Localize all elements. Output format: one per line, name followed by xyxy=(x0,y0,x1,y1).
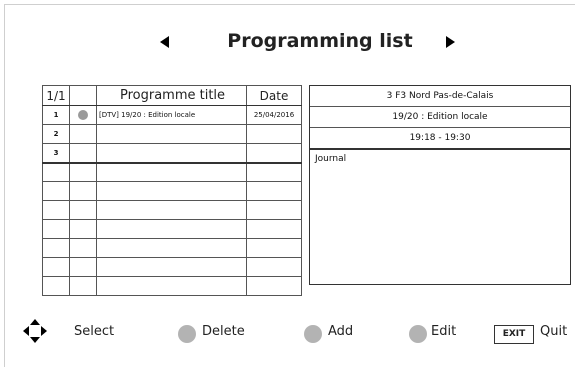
table-row[interactable] xyxy=(42,162,302,182)
row-programme-title xyxy=(96,181,247,201)
icon-column-header xyxy=(69,85,97,106)
row-date xyxy=(246,181,302,201)
header: Programming list xyxy=(0,30,585,60)
row-date xyxy=(246,162,302,182)
detail-time: 19:18 - 19:30 xyxy=(310,128,570,150)
table-row[interactable] xyxy=(42,257,302,277)
next-page-arrow-icon[interactable] xyxy=(446,36,455,48)
previous-page-arrow-icon[interactable] xyxy=(160,36,169,48)
row-icon-cell xyxy=(69,200,97,220)
row-programme-title xyxy=(96,219,247,239)
detail-genre: Journal xyxy=(315,154,347,164)
row-programme-title: [DTV] 19/20 : Edition locale xyxy=(96,105,247,125)
row-number xyxy=(42,219,70,239)
row-icon-cell xyxy=(69,143,97,164)
title-column-header: Programme title xyxy=(96,85,247,106)
navigation-dpad-icon xyxy=(23,319,47,343)
row-date xyxy=(246,219,302,239)
row-programme-title xyxy=(96,124,247,144)
add-key-icon[interactable] xyxy=(304,325,322,343)
row-icon-cell xyxy=(69,181,97,201)
table-row[interactable] xyxy=(42,238,302,258)
row-programme-title xyxy=(96,257,247,277)
delete-label: Delete xyxy=(202,324,245,339)
row-number xyxy=(42,200,70,220)
row-icon-cell xyxy=(69,124,97,144)
row-programme-title xyxy=(96,276,247,296)
row-date xyxy=(246,124,302,144)
row-icon-cell xyxy=(69,219,97,239)
add-label: Add xyxy=(328,324,354,339)
programme-detail-panel: 3 F3 Nord Pas-de-Calais 19/20 : Edition … xyxy=(309,85,571,285)
edit-key-icon[interactable] xyxy=(409,325,427,343)
row-icon-cell xyxy=(69,162,97,182)
row-number xyxy=(42,162,70,182)
edit-label: Edit xyxy=(431,324,457,339)
delete-key-icon[interactable] xyxy=(178,325,196,343)
detail-channel: 3 F3 Nord Pas-de-Calais xyxy=(310,86,570,107)
select-label: Select xyxy=(74,324,115,339)
table-row[interactable] xyxy=(42,181,302,201)
date-column-header: Date xyxy=(246,85,302,106)
row-date xyxy=(246,276,302,296)
row-date: 25/04/2016 xyxy=(246,105,302,125)
row-icon-cell xyxy=(69,105,97,125)
row-date xyxy=(246,238,302,258)
row-number xyxy=(42,181,70,201)
programme-list-table: 1/1 Programme title Date 1 [DTV] 19/20 : … xyxy=(42,85,302,296)
row-icon-cell xyxy=(69,257,97,277)
row-date xyxy=(246,143,302,164)
row-programme-title xyxy=(96,200,247,220)
row-programme-title xyxy=(96,238,247,258)
row-date xyxy=(246,200,302,220)
table-header-row: 1/1 Programme title Date xyxy=(42,85,302,106)
page-title: Programming list xyxy=(227,30,413,52)
table-row[interactable] xyxy=(42,219,302,239)
row-number xyxy=(42,238,70,258)
table-row[interactable] xyxy=(42,276,302,296)
row-icon-cell xyxy=(69,238,97,258)
row-programme-title xyxy=(96,143,247,164)
table-row[interactable] xyxy=(42,200,302,220)
row-date xyxy=(246,257,302,277)
key-legend: Select Delete Add Edit EXIT Quit xyxy=(0,318,585,348)
exit-key-button[interactable]: EXIT xyxy=(494,325,534,344)
row-number xyxy=(42,257,70,277)
row-programme-title xyxy=(96,162,247,182)
row-number: 3 xyxy=(42,143,70,164)
row-icon-cell xyxy=(69,276,97,296)
row-number: 1 xyxy=(42,105,70,125)
row-number xyxy=(42,276,70,296)
row-number: 2 xyxy=(42,124,70,144)
quit-label: Quit xyxy=(540,324,568,339)
detail-programme-title: 19/20 : Edition locale xyxy=(310,107,570,128)
table-row[interactable]: 2 xyxy=(42,124,302,144)
table-row[interactable]: 1 [DTV] 19/20 : Edition locale 25/04/2016 xyxy=(42,105,302,125)
recording-status-icon xyxy=(78,110,88,120)
page-indicator: 1/1 xyxy=(42,85,70,106)
table-row[interactable]: 3 xyxy=(42,143,302,164)
